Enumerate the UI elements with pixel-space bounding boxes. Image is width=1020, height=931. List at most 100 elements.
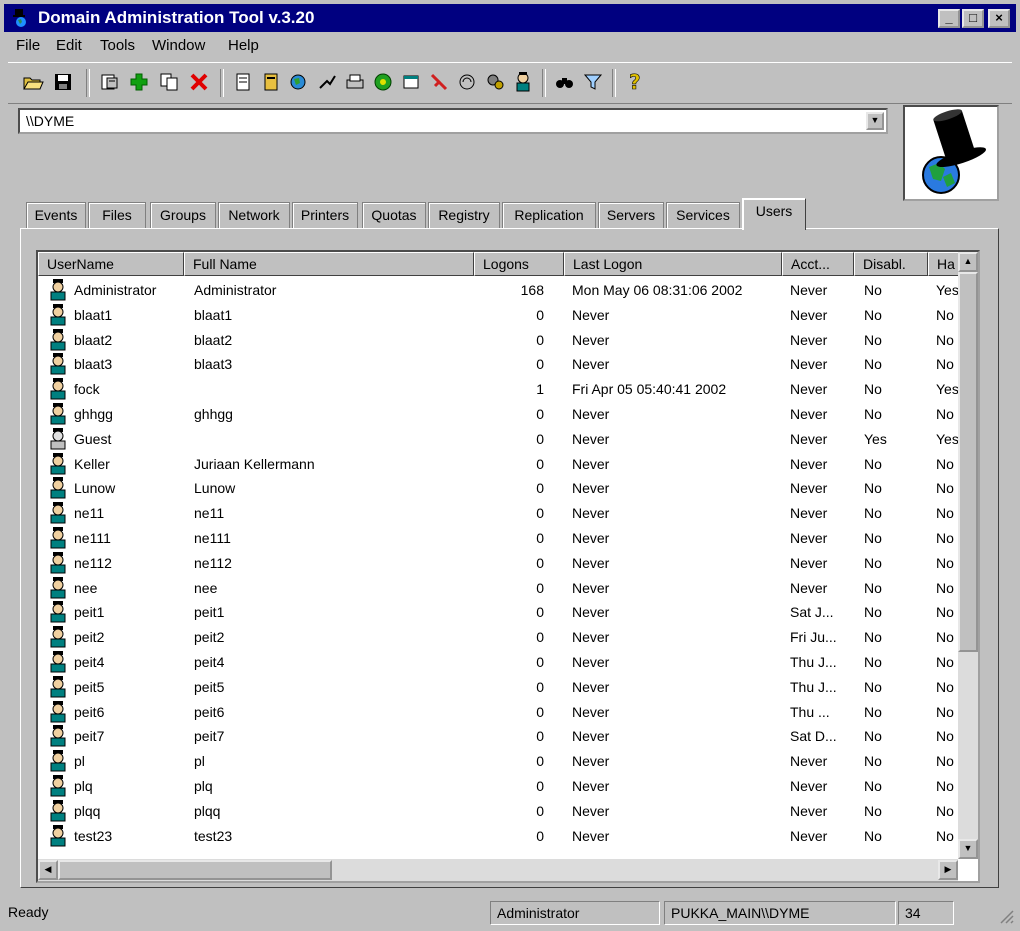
cell-ha: Yes xyxy=(936,430,959,447)
table-row[interactable]: blaat2 blaat2 0 Never Never No No xyxy=(38,328,958,353)
table-row[interactable]: Lunow Lunow 0 Never Never No No xyxy=(38,476,958,501)
table-row[interactable]: peit4 peit4 0 Never Thu J... No No xyxy=(38,650,958,675)
table-row[interactable]: pl pl 0 Never Never No No xyxy=(38,749,958,774)
window-icon[interactable] xyxy=(398,69,424,95)
table-row[interactable]: peit6 peit6 0 Never Thu ... No No xyxy=(38,700,958,725)
tab-services[interactable]: Services xyxy=(666,202,740,228)
resize-grip-icon[interactable] xyxy=(998,908,1014,924)
table-row[interactable]: test23 test23 0 Never Never No No xyxy=(38,824,958,849)
table-row[interactable]: plq plq 0 Never Never No No xyxy=(38,774,958,799)
table-row[interactable]: Guest 0 Never Never Yes Yes xyxy=(38,427,959,452)
cell-logons: 0 xyxy=(536,604,544,621)
event-log-icon[interactable] xyxy=(230,69,256,95)
cell-disabled: No xyxy=(864,282,882,298)
tab-quotas[interactable]: Quotas xyxy=(362,202,426,228)
hscroll-thumb[interactable] xyxy=(58,860,332,880)
cell-full-name: ghhgg xyxy=(194,406,233,422)
app-window: Domain Administration Tool v.3.20 _ □ × … xyxy=(0,0,1020,931)
cell-ha: No xyxy=(936,629,954,646)
scroll-right-icon[interactable]: ▶ xyxy=(938,860,958,880)
cell-full-name: blaat1 xyxy=(194,306,233,323)
minimize-button[interactable]: _ xyxy=(938,9,960,28)
tab-network[interactable]: Network xyxy=(218,202,290,228)
table-row[interactable]: ghhgg ghhgg 0 Never Never No No xyxy=(38,402,958,427)
table-row[interactable]: nee nee 0 Never Never No No xyxy=(38,576,958,601)
delete-icon[interactable] xyxy=(186,69,212,95)
cell-last-logon: Fri Apr 05 05:40:41 2002 xyxy=(572,381,727,398)
title-bar[interactable]: Domain Administration Tool v.3.20 _ □ × xyxy=(4,4,1016,32)
column-account-expires[interactable]: Acct... xyxy=(782,252,854,276)
column-disabled[interactable]: Disabl. xyxy=(854,252,928,276)
table-row[interactable]: ne112 ne112 0 Never Never No No xyxy=(38,551,958,576)
network-icon[interactable] xyxy=(286,69,312,95)
table-row[interactable]: plqq plqq 0 Never Never No No xyxy=(38,799,958,824)
move-icon[interactable] xyxy=(426,69,452,95)
cell-account-expires: Never xyxy=(790,827,828,844)
help-icon[interactable]: ? xyxy=(622,69,648,95)
server-select[interactable]: \\DYME ▼ xyxy=(18,108,888,134)
table-row[interactable]: peit7 peit7 0 Never Sat D... No No xyxy=(38,724,958,749)
printer-icon[interactable] xyxy=(342,69,368,95)
table-row[interactable]: blaat1 blaat1 0 Never Never No No xyxy=(38,303,958,328)
open-icon[interactable] xyxy=(20,69,46,95)
menu-window[interactable]: Window xyxy=(152,37,205,54)
tab-printers[interactable]: Printers xyxy=(292,202,358,228)
table-row[interactable]: peit5 peit5 0 Never Thu J... No No xyxy=(38,675,958,700)
menu-help[interactable]: Help xyxy=(228,37,259,54)
filter-icon[interactable] xyxy=(580,69,606,95)
column-logons[interactable]: Logons xyxy=(474,252,564,276)
tab-registry[interactable]: Registry xyxy=(428,202,500,228)
vertical-scrollbar[interactable]: ▲ ▼ xyxy=(958,252,978,859)
find-icon[interactable] xyxy=(552,69,578,95)
menu-edit[interactable]: Edit xyxy=(56,37,82,54)
cell-last-logon: Never xyxy=(572,629,610,646)
chevron-down-icon[interactable]: ▼ xyxy=(866,112,884,130)
replicate-icon[interactable] xyxy=(454,69,480,95)
table-row[interactable]: ne11 ne11 0 Never Never No No xyxy=(38,501,958,526)
user-icon[interactable] xyxy=(510,69,536,95)
tab-files[interactable]: Files xyxy=(88,202,146,228)
share-icon[interactable] xyxy=(314,69,340,95)
status-text: Ready xyxy=(8,904,49,920)
scroll-up-icon[interactable]: ▲ xyxy=(958,252,978,272)
menu-file[interactable]: File xyxy=(16,37,40,54)
users-list[interactable]: UserName Full Name Logons Last Logon Acc… xyxy=(36,250,980,883)
column-last-logon[interactable]: Last Logon xyxy=(564,252,782,276)
close-button[interactable]: × xyxy=(988,9,1010,28)
menu-tools[interactable]: Tools xyxy=(100,37,135,54)
cell-last-logon: Never xyxy=(572,455,610,472)
horizontal-scrollbar[interactable]: ◀ ▶ xyxy=(38,859,958,881)
scroll-thumb[interactable] xyxy=(958,272,978,652)
table-row[interactable]: fock 1 Fri Apr 05 05:40:41 2002 Never No Yes xyxy=(38,377,959,402)
tab-events[interactable]: Events xyxy=(26,202,86,228)
copy-icon[interactable] xyxy=(156,69,182,95)
services-icon[interactable] xyxy=(482,69,508,95)
tab-users[interactable]: Users xyxy=(742,198,806,230)
table-row[interactable]: peit1 peit1 0 Never Sat J... No No xyxy=(38,600,958,625)
table-row[interactable]: Administrator Administrator 168 Mon May 06 … xyxy=(38,278,959,303)
status-icon[interactable] xyxy=(370,69,396,95)
tab-replication[interactable]: Replication xyxy=(502,202,596,228)
cell-full-name: blaat3 xyxy=(194,356,233,373)
table-row[interactable]: blaat3 blaat3 0 Never Never No No xyxy=(38,352,958,377)
table-row[interactable]: ne111 ne111 0 Never Never No No xyxy=(38,526,958,551)
file-icon[interactable] xyxy=(258,69,284,95)
save-icon[interactable] xyxy=(50,69,76,95)
column-username[interactable]: UserName xyxy=(38,252,184,276)
tab-servers[interactable]: Servers xyxy=(598,202,664,228)
cell-last-logon: Never xyxy=(572,703,610,720)
cell-ha: No xyxy=(936,406,954,422)
add-icon[interactable] xyxy=(126,69,152,95)
scroll-down-icon[interactable]: ▼ xyxy=(958,839,978,859)
column-full-name[interactable]: Full Name xyxy=(184,252,474,276)
cell-disabled: No xyxy=(864,356,882,373)
column-ha[interactable]: Ha xyxy=(928,252,960,276)
properties-icon[interactable] xyxy=(96,69,122,95)
table-row[interactable]: peit2 peit2 0 Never Fri Ju... No No xyxy=(38,625,958,650)
cell-ha: No xyxy=(936,480,954,497)
maximize-button[interactable]: □ xyxy=(962,9,984,28)
cell-disabled: No xyxy=(864,530,882,546)
table-row[interactable]: Keller Juriaan Kellermann 0 Never Never No No xyxy=(38,452,958,477)
tab-groups[interactable]: Groups xyxy=(150,202,216,228)
scroll-left-icon[interactable]: ◀ xyxy=(38,860,58,880)
